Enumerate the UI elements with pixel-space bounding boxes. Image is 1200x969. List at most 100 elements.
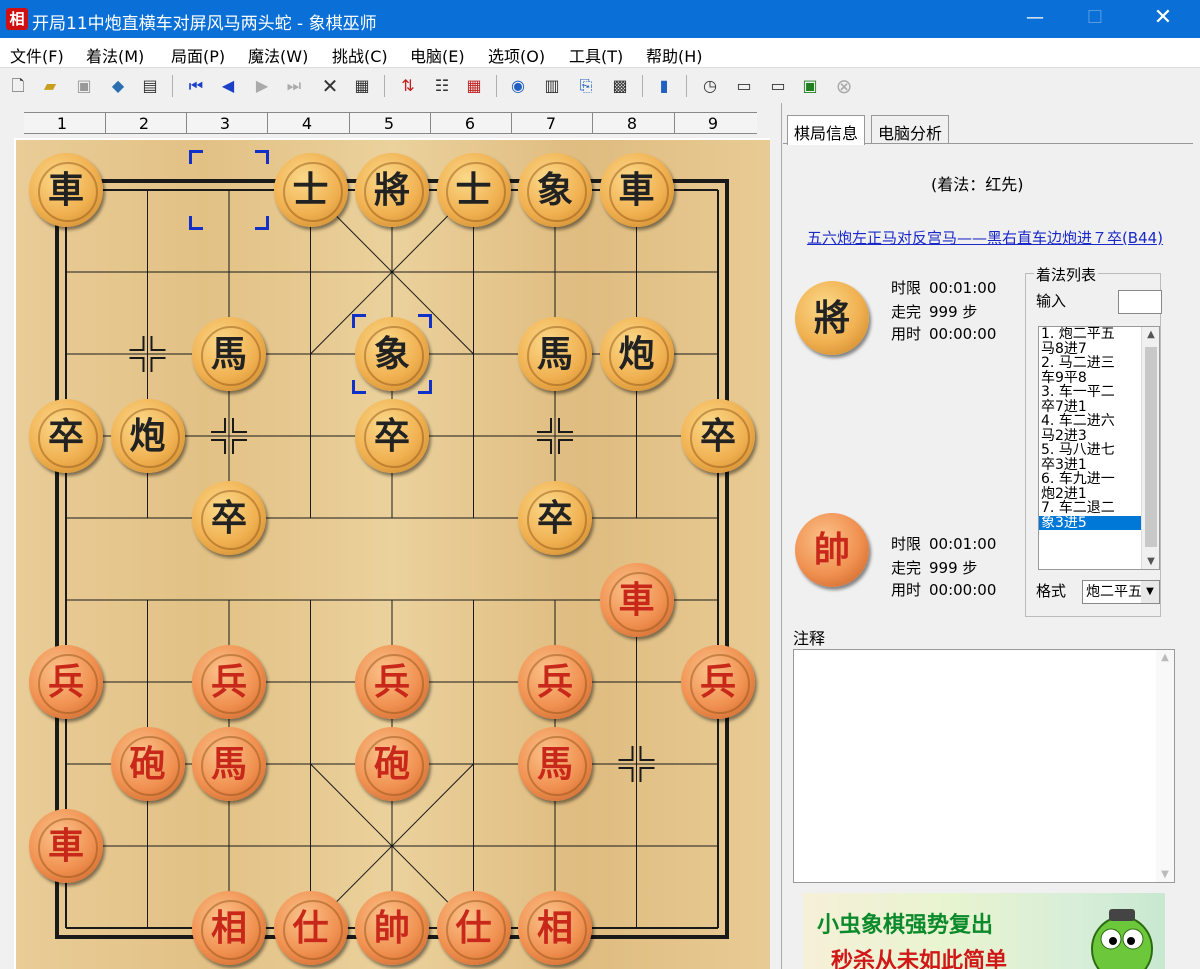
move-list-scrollbar[interactable]: ▲ ▼ [1141, 327, 1159, 569]
properties-icon[interactable]: ▤ [138, 74, 162, 98]
move-item[interactable]: 7. 车二退二 [1039, 501, 1143, 516]
menu-position[interactable]: 局面(P) [171, 43, 225, 67]
last-move-icon[interactable]: ⏭ [282, 74, 306, 98]
red-piece[interactable]: 兵 [681, 645, 755, 719]
red-piece[interactable]: 馬 [192, 727, 266, 801]
black-piece[interactable]: 車 [599, 153, 674, 227]
black-piece[interactable]: 炮 [599, 317, 674, 391]
scroll-up-icon[interactable]: ▲ [1142, 329, 1159, 340]
black-piece[interactable]: 馬 [518, 317, 592, 391]
new-file-icon[interactable]: 🗋 [6, 74, 30, 98]
move-item[interactable]: 炮2进1 [1039, 486, 1143, 502]
red-piece[interactable]: 兵 [29, 645, 103, 719]
red-piece[interactable]: 砲 [110, 727, 185, 801]
red-piece[interactable]: 仕 [273, 891, 348, 965]
tab-game-info[interactable]: 棋局信息 [787, 115, 866, 145]
stop-icon[interactable]: ⊗ [832, 74, 856, 98]
flip-icon[interactable]: ⇅ [396, 74, 420, 98]
notes-scrollbar[interactable]: ▲ ▼ [1156, 650, 1174, 882]
black-piece[interactable]: 馬 [192, 317, 266, 391]
red-piece[interactable]: 車 [29, 809, 103, 883]
move-item[interactable]: 6. 车九进一 [1039, 472, 1143, 487]
black-piece[interactable]: 卒 [29, 399, 103, 473]
move-item[interactable]: 车9平8 [1039, 370, 1143, 386]
print-icon[interactable]: ▩ [608, 74, 632, 98]
ruler-tick [592, 113, 593, 133]
black-piece[interactable]: 士 [273, 153, 348, 227]
move-item[interactable]: 马8进7 [1039, 341, 1143, 357]
move-item[interactable]: 卒7进1 [1039, 399, 1143, 415]
analysis-icon[interactable]: ▥ [540, 74, 564, 98]
monitor-icon[interactable]: ▣ [798, 74, 822, 98]
move-item[interactable]: 马2进3 [1039, 428, 1143, 444]
menu-challenge[interactable]: 挑战(C) [332, 43, 388, 67]
paste-icon[interactable]: ▦ [350, 74, 374, 98]
maximize-button[interactable]: ☐ [1072, 0, 1118, 38]
red-piece[interactable]: 砲 [355, 727, 429, 801]
move-item[interactable]: 5. 马八进七 [1039, 443, 1143, 458]
delete-icon[interactable]: ✕ [318, 74, 342, 98]
scroll-up-icon[interactable]: ▲ [1156, 652, 1174, 663]
red-piece[interactable]: 車 [599, 563, 674, 637]
next-move-icon[interactable]: ▶ [250, 74, 274, 98]
black-piece[interactable]: 卒 [355, 399, 429, 473]
open-folder-icon[interactable]: ▰ [38, 74, 62, 98]
black-piece[interactable]: 將 [355, 153, 429, 227]
red-piece[interactable]: 仕 [436, 891, 511, 965]
save-icon[interactable]: ▣ [72, 74, 96, 98]
computer-red-icon[interactable]: ▭ [732, 74, 756, 98]
red-piece[interactable]: 帥 [355, 891, 429, 965]
menu-file[interactable]: 文件(F) [10, 43, 64, 67]
computer-black-icon[interactable]: ▭ [766, 74, 790, 98]
black-piece[interactable]: 車 [29, 153, 103, 227]
xiangqi-board[interactable]: 車士將士象車馬象馬炮卒炮卒卒卒卒車兵兵兵兵兵砲馬砲馬車相仕帥仕相 [14, 138, 770, 969]
black-piece[interactable]: 炮 [110, 399, 185, 473]
menu-computer[interactable]: 电脑(E) [410, 43, 465, 67]
move-item[interactable]: 卒3进1 [1039, 457, 1143, 473]
engine-icon[interactable]: ◉ [506, 74, 530, 98]
format-select[interactable]: 炮二平五 ▼ [1082, 580, 1160, 604]
scroll-down-icon[interactable]: ▼ [1156, 869, 1174, 880]
opening-link[interactable]: 五六炮左正马对反宫马——黑右直车边炮进７卒(B44) [799, 229, 1171, 247]
black-piece[interactable]: 卒 [681, 399, 755, 473]
red-piece[interactable]: 兵 [192, 645, 266, 719]
scroll-down-icon[interactable]: ▼ [1142, 556, 1159, 567]
scroll-thumb[interactable] [1145, 347, 1157, 547]
prev-move-icon[interactable]: ◀ [216, 74, 240, 98]
move-list[interactable]: 1. 炮二平五 马8进7 2. 马二进三 车9平8 3. 车一平二 卒7进1 4… [1038, 326, 1160, 570]
close-button[interactable]: ✕ [1140, 0, 1186, 38]
position-marker [211, 418, 226, 433]
minimize-button[interactable]: — [1012, 0, 1058, 38]
black-piece[interactable]: 象 [518, 153, 592, 227]
first-move-icon[interactable]: ⏮ [184, 74, 208, 98]
tab-computer-analysis[interactable]: 电脑分析 [871, 115, 950, 143]
menu-options[interactable]: 选项(O) [488, 43, 545, 67]
move-tree-icon[interactable]: ☷ [430, 74, 454, 98]
black-piece[interactable]: 卒 [518, 481, 592, 555]
menu-tools[interactable]: 工具(T) [569, 43, 623, 67]
board-icon[interactable]: ▦ [462, 74, 486, 98]
red-piece[interactable]: 相 [192, 891, 266, 965]
book-icon[interactable]: ◆ [106, 74, 130, 98]
clock-icon[interactable]: ◷ [698, 74, 722, 98]
move-item[interactable]: 1. 炮二平五 [1039, 327, 1143, 342]
menu-magic[interactable]: 魔法(W) [248, 43, 308, 67]
export-icon[interactable]: ⎘ [574, 74, 598, 98]
move-item-selected[interactable]: 象3进5 [1039, 515, 1143, 530]
move-item[interactable]: 4. 车二进六 [1039, 414, 1143, 429]
red-piece[interactable]: 馬 [518, 727, 592, 801]
move-item[interactable]: 2. 马二进三 [1039, 356, 1143, 371]
move-input-field[interactable] [1118, 290, 1162, 314]
red-piece[interactable]: 相 [518, 891, 592, 965]
ad-banner[interactable]: 小虫象棋强势复出 秒杀从未如此简单 [803, 893, 1165, 969]
notes-textarea[interactable]: ▲ ▼ [793, 649, 1175, 883]
red-piece[interactable]: 兵 [518, 645, 592, 719]
file-number: 1 [56, 114, 68, 133]
black-piece[interactable]: 卒 [192, 481, 266, 555]
black-piece[interactable]: 士 [436, 153, 511, 227]
move-item[interactable]: 3. 车一平二 [1039, 385, 1143, 400]
red-piece[interactable]: 兵 [355, 645, 429, 719]
library-icon[interactable]: ▮ [652, 74, 676, 98]
menu-moves[interactable]: 着法(M) [86, 43, 144, 67]
menu-help[interactable]: 帮助(H) [646, 43, 703, 67]
